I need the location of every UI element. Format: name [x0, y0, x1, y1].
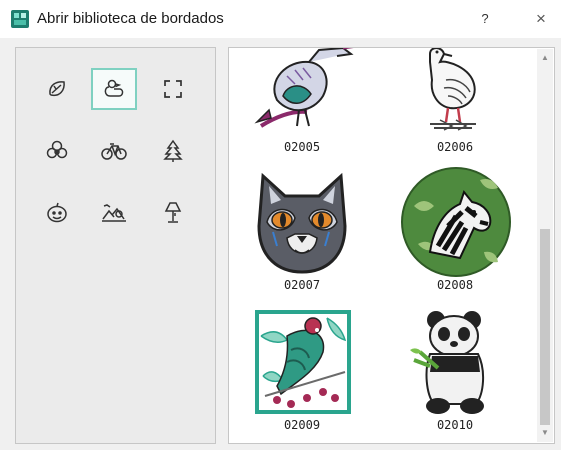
bicycle-icon: [101, 143, 127, 160]
design-library-panel: 02005 02006 02007 02008 02009 02010 ▲ ▼: [228, 47, 555, 444]
vertical-scrollbar[interactable]: ▲ ▼: [537, 49, 553, 442]
category-leaf[interactable]: [34, 68, 80, 110]
category-duck[interactable]: [91, 68, 137, 110]
landscape-icon: [102, 204, 126, 222]
pumpkin-icon: [47, 202, 67, 223]
help-button[interactable]: ?: [473, 8, 497, 30]
design-tile-02010[interactable]: 02010: [390, 306, 520, 443]
seagull-design: [429, 48, 476, 131]
design-code: 02009: [283, 418, 321, 432]
category-tree[interactable]: [150, 130, 196, 172]
category-flower[interactable]: [34, 130, 80, 172]
design-code: 02007: [283, 278, 321, 292]
category-lamp[interactable]: [150, 192, 196, 234]
design-code: 02010: [436, 418, 474, 432]
design-tile-02005[interactable]: 02005: [237, 48, 367, 182]
christmas-tree-icon: [163, 139, 183, 162]
category-pumpkin[interactable]: [34, 192, 80, 234]
panda-design: [410, 311, 484, 414]
category-bicycle[interactable]: [91, 130, 137, 172]
duck-icon: [104, 79, 124, 97]
flower-icon: [46, 140, 68, 159]
zebra-design: [401, 167, 511, 277]
close-button[interactable]: ×: [529, 8, 553, 30]
category-landscape[interactable]: [91, 192, 137, 234]
frame-corners-icon: [164, 80, 182, 98]
design-tile-02007[interactable]: 02007: [237, 166, 367, 308]
cat-face-design: [257, 172, 347, 274]
bird-design: [254, 48, 354, 128]
parrot-frame-design: [255, 310, 351, 414]
category-panel: [15, 47, 216, 444]
leaf-icon: [49, 81, 65, 97]
title-bar: Abrir biblioteca de bordados ? ×: [0, 0, 561, 38]
design-tile-02009[interactable]: 02009: [237, 306, 367, 443]
window-title: Abrir biblioteca de bordados: [37, 10, 224, 27]
design-tile-02006[interactable]: 02006: [390, 48, 520, 182]
app-logo-icon: [11, 10, 29, 28]
lamp-icon: [164, 202, 182, 223]
design-code: 02008: [436, 278, 474, 292]
scroll-down-arrow-icon[interactable]: ▼: [537, 426, 553, 440]
design-tile-02008[interactable]: 02008: [390, 166, 520, 308]
design-code: 02006: [436, 140, 474, 154]
scrollbar-thumb[interactable]: [540, 229, 550, 425]
design-code: 02005: [283, 140, 321, 154]
category-frame[interactable]: [150, 68, 196, 110]
scroll-up-arrow-icon[interactable]: ▲: [537, 51, 553, 65]
